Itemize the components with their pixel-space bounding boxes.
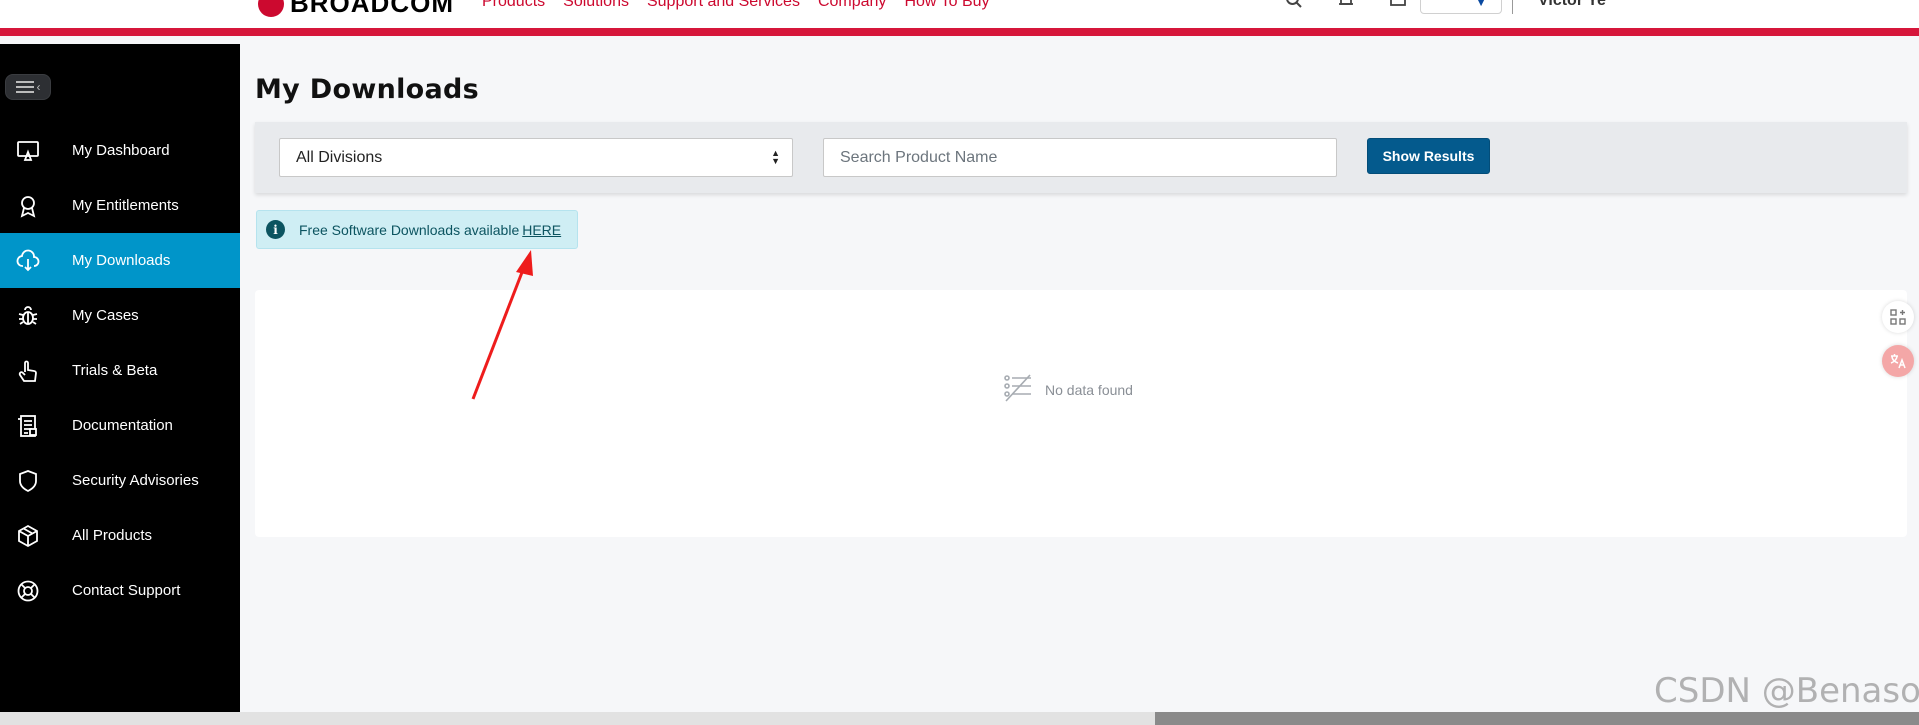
- sidebar-item-label: My Downloads: [72, 252, 171, 269]
- sidebar-item-label: Contact Support: [72, 582, 181, 599]
- sidebar-item-documentation[interactable]: Documentation: [0, 398, 240, 453]
- award-icon: [15, 193, 41, 219]
- sidebar-item-all-products[interactable]: All Products: [0, 508, 240, 563]
- logo-text: BROADCOM: [290, 0, 454, 18]
- division-select[interactable]: All Divisions ▲ ▼: [279, 138, 793, 177]
- sidebar-item-label: My Entitlements: [72, 197, 179, 214]
- user-menu[interactable]: Victor Ye: [1538, 0, 1606, 10]
- topnav-support-services[interactable]: Support and Services: [647, 0, 800, 11]
- search-product-input[interactable]: [823, 138, 1337, 177]
- sidebar-item-label: All Products: [72, 527, 153, 544]
- header-divider: [1512, 0, 1513, 14]
- logo-mark-icon: [258, 0, 284, 17]
- menu-collapse-icon: [15, 81, 34, 93]
- sidebar-item-label: My Cases: [72, 307, 139, 324]
- top-nav: Products Solutions Support and Services …: [482, 0, 990, 11]
- broadcom-logo[interactable]: BROADCOM: [258, 0, 454, 19]
- sidebar-item-my-entitlements[interactable]: My Entitlements: [0, 178, 240, 233]
- header-icons: [1285, 0, 1407, 9]
- bell-icon[interactable]: [1337, 0, 1355, 9]
- horizontal-scrollbar[interactable]: [0, 712, 1919, 725]
- filter-bar: All Divisions ▲▼ Show Results: [255, 122, 1907, 193]
- document-icon: [15, 413, 41, 439]
- select-arrows-icon: ▲ ▼: [771, 148, 780, 166]
- main-content: My Downloads All Divisions ▲▼ Show Resul…: [240, 44, 1919, 713]
- empty-state: No data found: [1003, 374, 1133, 405]
- sidebar-item-contact-support[interactable]: Contact Support: [0, 563, 240, 618]
- sidebar-nav: My Dashboard My Entitlements My Download…: [0, 123, 240, 618]
- no-data-text: No data found: [1045, 381, 1133, 398]
- top-header: BROADCOM Products Solutions Support and …: [0, 0, 1919, 36]
- pointer-hand-icon: [15, 358, 41, 384]
- show-results-button[interactable]: Show Results: [1367, 138, 1490, 174]
- bug-icon: [15, 303, 41, 329]
- apps-grid-icon[interactable]: [1882, 301, 1914, 333]
- topnav-solutions[interactable]: Solutions: [563, 0, 629, 11]
- info-icon: i: [266, 220, 285, 239]
- scrollbar-thumb[interactable]: [1155, 712, 1919, 725]
- dashboard-icon: [15, 138, 41, 164]
- division-select-value: All Divisions: [296, 149, 383, 166]
- shield-icon: [15, 468, 41, 494]
- sidebar-collapse-button[interactable]: ‹: [5, 74, 51, 100]
- alert-text: Free Software Downloads available: [299, 221, 520, 238]
- topnav-products[interactable]: Products: [482, 0, 545, 11]
- lifebuoy-icon: [15, 578, 41, 604]
- sidebar-item-label: Trials & Beta: [72, 362, 158, 379]
- page-title: My Downloads: [255, 74, 480, 105]
- free-downloads-link[interactable]: HERE: [522, 222, 561, 238]
- sidebar-item-label: Documentation: [72, 417, 173, 434]
- topnav-company[interactable]: Company: [818, 0, 886, 11]
- sidebar-item-my-dashboard[interactable]: My Dashboard: [0, 123, 240, 178]
- chevron-left-icon: ‹: [36, 80, 41, 94]
- search-icon[interactable]: [1285, 0, 1303, 9]
- chevron-down-icon: ▼: [1475, 0, 1487, 9]
- box-icon: [15, 523, 41, 549]
- info-alert: i Free Software Downloads available HERE: [256, 210, 578, 249]
- sidebar: ‹ My Dashboard My Entitlements My Downlo…: [0, 44, 240, 713]
- sidebar-item-my-downloads[interactable]: My Downloads: [0, 233, 240, 288]
- watermark-text: CSDN @Benaso: [1654, 671, 1919, 711]
- no-data-icon: [1003, 374, 1033, 405]
- sidebar-item-label: Security Advisories: [72, 472, 199, 489]
- sidebar-item-security-advisories[interactable]: Security Advisories: [0, 453, 240, 508]
- topnav-how-to-buy[interactable]: How To Buy: [904, 0, 989, 11]
- sidebar-item-trials-beta[interactable]: Trials & Beta: [0, 343, 240, 398]
- sidebar-item-my-cases[interactable]: My Cases: [0, 288, 240, 343]
- results-panel: No data found: [255, 290, 1907, 537]
- cart-icon[interactable]: [1389, 0, 1407, 9]
- sidebar-item-label: My Dashboard: [72, 142, 170, 159]
- language-selector[interactable]: ▼: [1420, 0, 1502, 14]
- cloud-download-icon: [15, 248, 41, 274]
- translate-icon[interactable]: [1882, 345, 1914, 377]
